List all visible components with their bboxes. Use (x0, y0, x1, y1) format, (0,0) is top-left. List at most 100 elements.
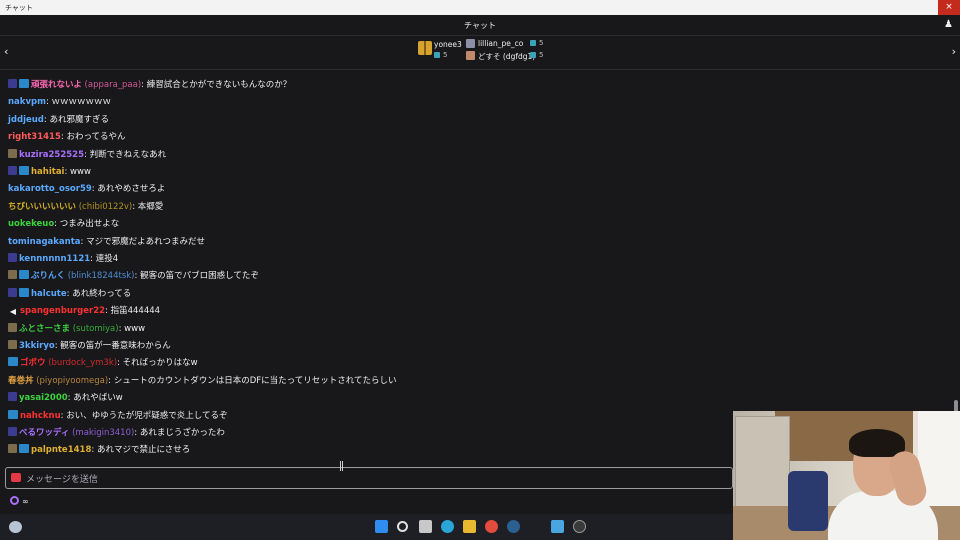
prime-icon[interactable] (8, 357, 18, 367)
chat-username[interactable]: right31415 (8, 132, 61, 142)
chat-username[interactable]: nahcknu (20, 411, 61, 421)
chat-message-list[interactable]: 頑張れないよ (appara_paa): 練習試合とかができないもんなのか？ na… (0, 70, 960, 462)
chat-username[interactable]: kuzira252525 (19, 150, 84, 160)
chat-message[interactable]: ゴボウ (burdock_ym3k): そればっかりはなw (8, 356, 198, 370)
chat-message[interactable]: nahcknu: おい、ゆゆうたが児ポ疑惑で炎上してるぞ (8, 409, 227, 423)
chat-username[interactable]: nakvpm (8, 97, 46, 107)
chat-message[interactable]: 春巻丼 (piyopiyoomega): シュートのカウントダウンは日本のDFに… (8, 374, 397, 388)
chat-message[interactable]: nakvpm: ｗｗｗｗｗｗｗ (8, 95, 111, 109)
img-icon[interactable] (8, 148, 17, 158)
chat-message[interactable]: yasai2000: あれやばいw (8, 391, 123, 405)
chat-message[interactable]: ちびいいいいいい (chibi0122v): 本郷愛 (8, 200, 163, 214)
chat-message[interactable]: hahitai: www (8, 165, 91, 179)
start-icon[interactable] (375, 520, 388, 533)
chevron-left-icon[interactable]: ‹ (4, 45, 8, 58)
chat-username[interactable]: べるワッディ (19, 428, 69, 438)
chat-username-login[interactable]: (chibi0122v) (79, 202, 132, 212)
chat-username[interactable]: ふとさーさま (19, 324, 70, 334)
obs-icon[interactable] (573, 520, 586, 533)
sub-badge-icon[interactable] (8, 253, 17, 262)
chat-username[interactable]: kennnnnn1121 (19, 254, 90, 264)
sub-badge-icon[interactable] (8, 166, 17, 175)
file-explorer-icon[interactable] (463, 520, 476, 533)
gift-small-icon (530, 52, 536, 58)
chat-message[interactable]: tominagakanta: マジで邪魔だよあれつまみだせ (8, 235, 205, 249)
task-view-icon[interactable] (419, 520, 432, 533)
sub-badge-icon[interactable] (8, 287, 17, 297)
img-icon[interactable] (8, 340, 17, 349)
edge-icon[interactable] (441, 520, 454, 533)
prime-icon[interactable] (19, 270, 29, 280)
chat-message[interactable]: uokekeuo: つまみ出せよな (8, 217, 119, 231)
channel-points[interactable]: ∞ (10, 496, 29, 508)
chat-username-login[interactable]: (piyopiyoomega) (36, 376, 108, 386)
chat-username[interactable]: 頑張れないよ (31, 80, 82, 90)
chat-username[interactable]: palpnte1418 (31, 445, 91, 455)
gifter-name[interactable]: lillian_pe_co (478, 39, 523, 48)
chat-message-text: あれ邪魔すぎる (49, 114, 109, 125)
prime-icon[interactable] (19, 79, 29, 88)
chat-message[interactable]: 3kkiryo: 観客の笛が一番意味わからん (8, 339, 171, 353)
prime-icon[interactable] (8, 409, 18, 419)
sub-badge-icon[interactable] (8, 79, 17, 88)
chat-message[interactable]: ふとさーさま (sutomiya): www (8, 322, 145, 336)
chat-username[interactable]: ぶりんく (31, 271, 65, 281)
search-icon[interactable] (397, 521, 408, 532)
chat-username[interactable]: ちびいいいいいい (8, 202, 76, 212)
prime-icon[interactable] (19, 287, 29, 297)
window-close-button[interactable]: × (938, 0, 960, 15)
chat-message[interactable]: ぶりんく (blink18244tsk): 観客の笛でパブロ困惑してたぞ (8, 269, 259, 283)
chat-message[interactable]: べるワッディ (makigin3410): あれまじうざかったわ (8, 426, 225, 440)
chat-message-text: あれまじうざかったわ (139, 428, 225, 438)
chat-username-login[interactable]: (appara_paa) (85, 80, 142, 90)
chat-username[interactable]: spangenburger22 (20, 306, 105, 316)
chat-message[interactable]: palpnte1418: あれマジで禁止にさせろ (8, 443, 190, 457)
chevron-right-icon[interactable]: › (952, 45, 956, 58)
gift-icon (418, 41, 432, 55)
img-icon[interactable] (8, 270, 17, 280)
img-icon[interactable] (8, 322, 17, 332)
chat-username[interactable]: 春巻丼 (8, 376, 34, 386)
chat-username[interactable]: yasai2000 (19, 393, 68, 403)
gifter-name[interactable]: yonee3 (434, 40, 462, 49)
chat-message[interactable]: ◀ spangenburger22: 指笛444444 (8, 304, 160, 318)
chat-message[interactable]: kennnnnn1121: 連投4 (8, 252, 118, 266)
speaker-icon[interactable]: ◀ (8, 307, 18, 316)
chat-username-login[interactable]: (blink18244tsk) (68, 271, 135, 281)
chat-message-text: つまみ出せよな (59, 219, 120, 230)
chat-username-login[interactable]: (sutomiya) (73, 324, 119, 334)
chat-message[interactable]: right31415: おわってるやん (8, 130, 126, 144)
chat-message[interactable]: kuzira252525: 判断できねえなあれ (8, 148, 166, 162)
emote-icon[interactable] (11, 473, 21, 482)
steam-icon[interactable] (507, 520, 520, 533)
sub-badge-icon[interactable] (8, 392, 17, 402)
img-icon[interactable] (8, 444, 17, 454)
notepad-icon[interactable] (551, 520, 564, 533)
chat-message[interactable]: kakarotto_osor59: あれやめさせろよ (8, 182, 165, 196)
chat-username[interactable]: tominagakanta (8, 237, 81, 247)
gifter-count: 5 (530, 51, 543, 59)
chat-username[interactable]: halcute (31, 289, 67, 299)
chat-title: チャット (464, 21, 496, 30)
chat-username-login[interactable]: (makigin3410) (72, 428, 134, 438)
sub-badge-icon[interactable] (8, 427, 17, 436)
chat-username[interactable]: ゴボウ (20, 358, 46, 368)
prime-icon[interactable] (19, 444, 29, 454)
chat-username-login[interactable]: (burdock_ym3k) (48, 358, 117, 368)
chat-username[interactable]: uokekeuo (8, 219, 54, 229)
chat-message-text: 練習試合とかができないもんなのか？ (146, 80, 292, 90)
chat-username[interactable]: hahitai (31, 167, 64, 177)
chat-username[interactable]: kakarotto_osor59 (8, 184, 92, 194)
chat-message[interactable]: 頑張れないよ (appara_paa): 練習試合とかができないもんなのか？ (8, 78, 291, 92)
chat-username[interactable]: 3kkiryo (19, 341, 55, 351)
chat-username[interactable]: jddjeud (8, 115, 44, 125)
chrome-icon[interactable] (485, 520, 498, 533)
chat-message[interactable]: jddjeud: あれ邪魔すぎる (8, 113, 109, 127)
prime-icon[interactable] (19, 166, 29, 175)
gifter-name[interactable]: どすそ (dgfdg1) (478, 51, 535, 62)
chat-input[interactable]: メッセージを送信 (5, 467, 733, 489)
weather-icon[interactable] (9, 521, 22, 533)
users-icon[interactable]: ♟ (944, 19, 953, 30)
chat-message[interactable]: halcute: あれ終わってる (8, 287, 131, 301)
avatar (466, 39, 475, 48)
